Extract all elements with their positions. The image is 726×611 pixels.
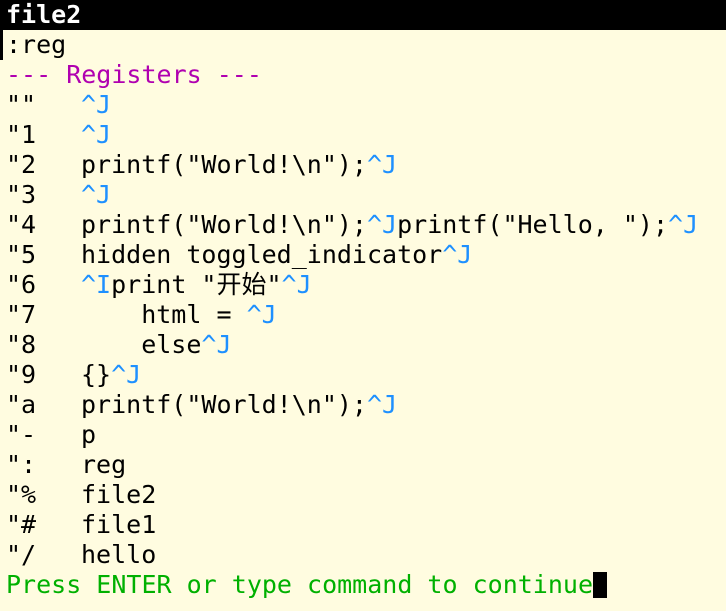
register-name: "4 [6,210,37,239]
title-bar: file2 [0,0,726,30]
registers-heading: --- Registers --- [6,60,262,89]
register-name: "5 [6,240,37,269]
register-row: "/ hello [6,540,726,570]
text-cursor [593,572,607,598]
register-content: html = [81,300,247,329]
register-name: "8 [6,330,37,359]
continue-prompt-line[interactable]: Press ENTER or type command to continue [6,570,726,600]
register-list: "" ^J "1 ^J "2 printf("World!\n");^J "3 ^J "4 pri… [6,90,726,570]
register-name: "2 [6,150,37,179]
register-row: "7 html = ^J [6,300,726,330]
control-char: ^J [366,210,398,239]
register-row: "3 ^J [6,180,726,210]
register-row: "# file1 [6,510,726,540]
control-char: ^I [81,270,112,299]
register-row: "8 else^J [6,330,726,360]
register-content: else [81,330,202,359]
register-row: "% file2 [6,480,726,510]
control-char: ^J [668,210,699,239]
register-name: "- [6,420,37,449]
control-char: ^J [246,300,277,329]
control-char: ^J [81,180,112,209]
register-name: ": [6,450,37,479]
register-name: "6 [6,270,37,299]
control-char: ^J [366,390,398,419]
control-char: ^J [111,360,142,389]
register-row: "2 printf("World!\n");^J [6,150,726,180]
register-name: "/ [6,540,37,569]
register-content: printf("World!\n"); [81,210,367,239]
register-name: "# [6,510,37,539]
control-char: ^J [81,120,112,149]
register-content: file1 [81,510,157,539]
register-row: "6 ^Iprint "开始"^J [6,270,726,300]
command-line: :reg [6,30,67,59]
register-content: p [81,420,97,449]
register-row: "- p [6,420,726,450]
register-name: "7 [6,300,37,329]
register-content: file2 [81,480,157,509]
window-title: file2 [6,0,82,29]
register-row: "a printf("World!\n");^J [6,390,726,420]
register-row: ": reg [6,450,726,480]
control-char: ^J [81,90,112,119]
control-char: ^J [442,240,473,269]
register-content: reg [81,450,127,479]
register-name: "9 [6,360,37,389]
register-content: hello [81,540,157,569]
control-char: ^J [281,270,312,299]
register-content: printf("Hello, "); [397,210,669,239]
register-content: printf("World!\n"); [81,390,367,419]
terminal-screen[interactable]: file2 :reg --- Registers --- "" ^J "1 ^J "2 p… [0,0,726,611]
register-content: printf("World!\n"); [81,150,367,179]
register-name: "1 [6,120,37,149]
register-content: hidden toggled_indicator [81,240,443,269]
register-row: "" ^J [6,90,726,120]
register-name: "a [6,390,37,419]
gutter-marker [0,30,3,60]
register-row: "5 hidden toggled_indicator^J [6,240,726,270]
control-char: ^J [366,150,398,179]
continue-prompt: Press ENTER or type command to continue [6,570,593,599]
register-row: "9 {}^J [6,360,726,390]
register-row: "4 printf("World!\n");^Jprintf("Hello, ")… [6,210,726,240]
output-area: :reg --- Registers --- "" ^J "1 ^J "2 printf(… [6,30,726,600]
register-name: "" [6,90,37,119]
register-row: "1 ^J [6,120,726,150]
register-content: print "开始" [111,270,282,299]
register-name: "3 [6,180,37,209]
register-name: "% [6,480,37,509]
register-content: {} [81,360,112,389]
control-char: ^J [201,330,232,359]
